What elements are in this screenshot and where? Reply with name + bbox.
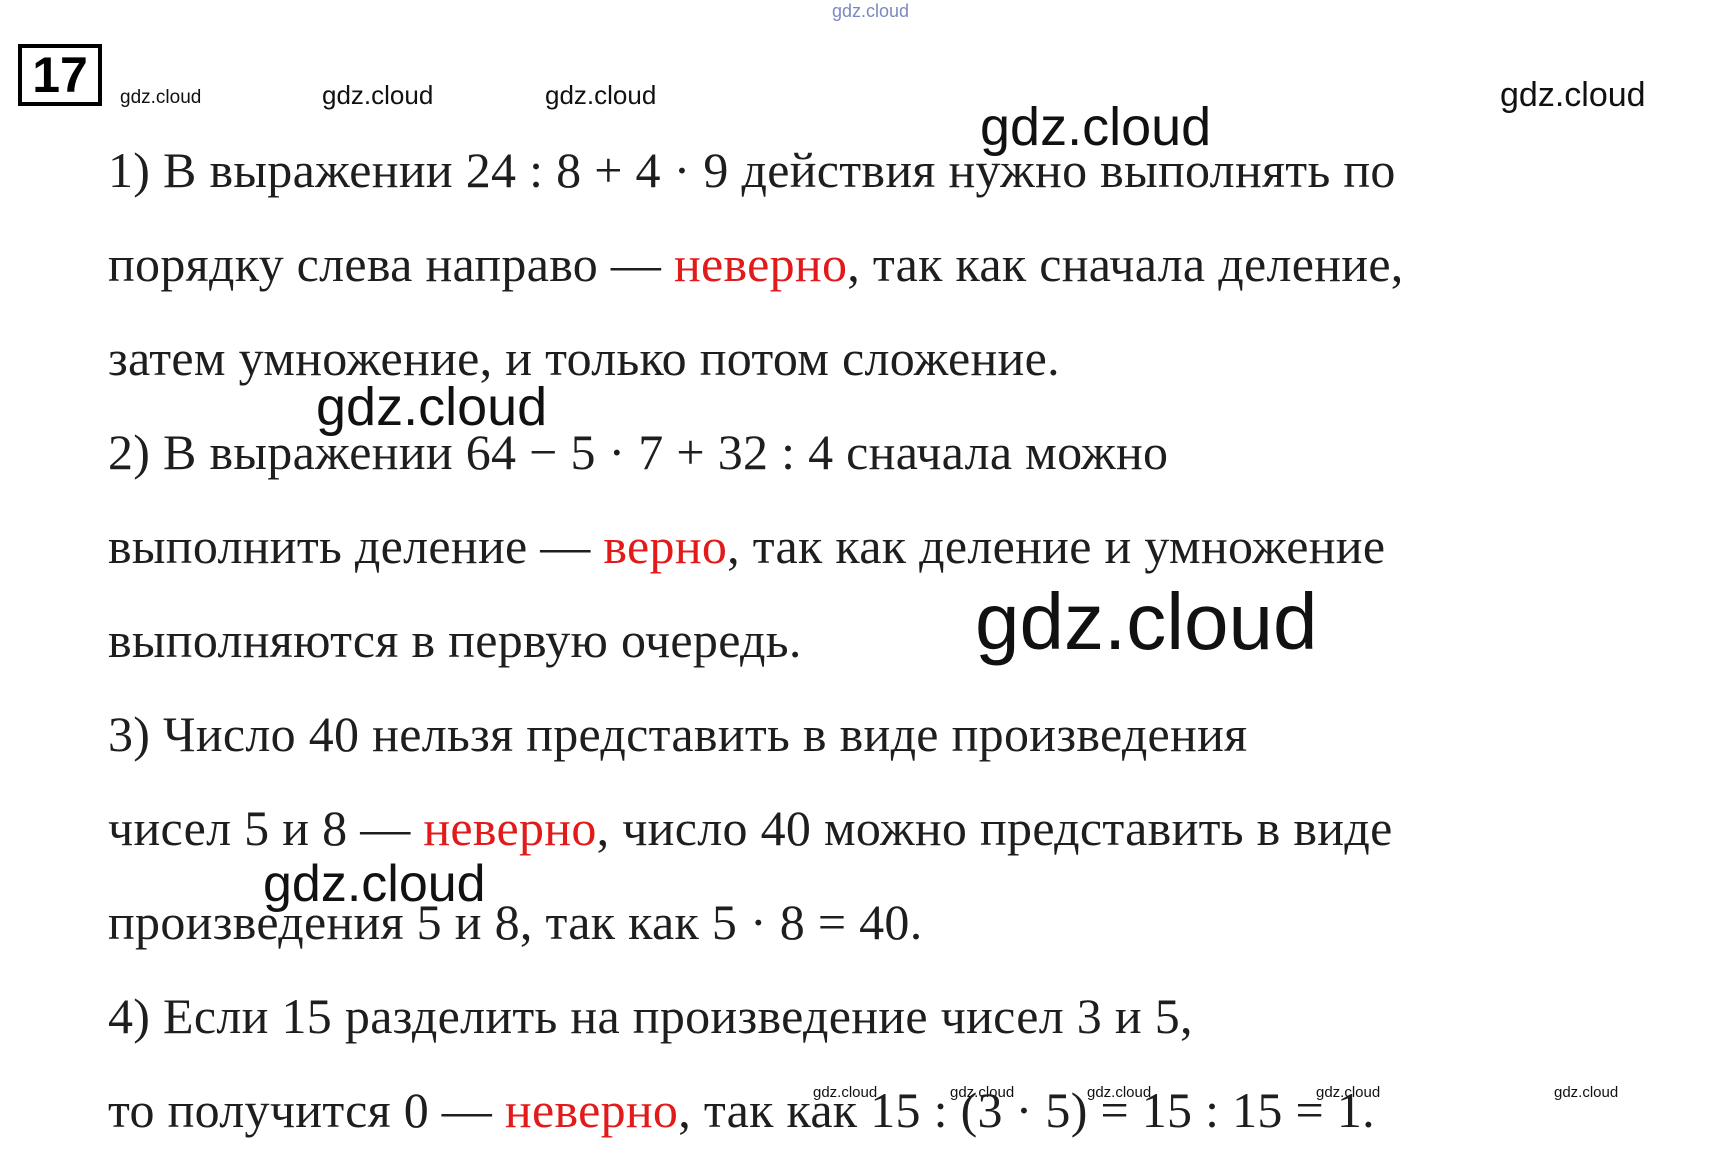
solution-line: выполнить деление — верно, так как делен…	[108, 516, 1385, 576]
solution-line: то получится 0 — неверно, так как 15 : (…	[108, 1080, 1375, 1140]
watermark: gdz.cloud	[1500, 76, 1646, 114]
watermark: gdz.cloud	[545, 80, 657, 110]
line-text: чисел 5 и 8 —	[108, 800, 424, 856]
verdict-text: неверно	[423, 800, 597, 856]
solution-line: произведения 5 и 8, так как 5 · 8 = 40.	[108, 892, 923, 952]
watermark: gdz.cloud	[975, 577, 1318, 666]
line-text: , так как 15 : (3 · 5) = 15 : 15 = 1.	[678, 1082, 1375, 1138]
problem-number-box: 17	[18, 44, 102, 106]
line-text: 1) В выражении 24 : 8 + 4 · 9 действия н…	[108, 142, 1396, 198]
line-text: произведения 5 и 8, так как 5 · 8 = 40.	[108, 894, 923, 950]
line-text: 3) Число 40 нельзя представить в виде пр…	[108, 706, 1248, 762]
verdict-text: верно	[603, 518, 728, 574]
solution-line: 2) В выражении 64 − 5 · 7 + 32 : 4 снача…	[108, 422, 1168, 482]
line-text: 2) В выражении 64 − 5 · 7 + 32 : 4 снача…	[108, 424, 1169, 480]
line-text: , число 40 можно представить в виде	[596, 800, 1393, 856]
line-text: то получится 0 —	[108, 1082, 505, 1138]
line-text: порядку слева направо —	[108, 236, 674, 292]
verdict-text: неверно	[673, 236, 848, 292]
line-text: выполняются в первую очередь.	[108, 612, 802, 668]
verdict-text: неверно	[504, 1082, 679, 1138]
line-text: 4) Если 15 разделить на произведение чис…	[108, 988, 1193, 1044]
solution-line: 4) Если 15 разделить на произведение чис…	[108, 986, 1193, 1046]
watermark: gdz.cloud	[1554, 1084, 1619, 1101]
solution-line: 1) В выражении 24 : 8 + 4 · 9 действия н…	[108, 140, 1396, 200]
watermark: gdz.cloud	[120, 87, 202, 108]
watermark: gdz.cloud	[322, 80, 434, 110]
solution-line: порядку слева направо — неверно, так как…	[108, 234, 1404, 294]
solution-line: чисел 5 и 8 — неверно, число 40 можно пр…	[108, 798, 1393, 858]
solution-line: затем умножение, и только потом сложение…	[108, 328, 1060, 388]
line-text: , так как сначала деление,	[847, 236, 1404, 292]
line-text: выполнить деление —	[108, 518, 604, 574]
line-text: , так как деление и умножение	[727, 518, 1386, 574]
line-text: затем умножение, и только потом сложение…	[108, 330, 1060, 386]
solution-line: 3) Число 40 нельзя представить в виде пр…	[108, 704, 1247, 764]
solution-line: выполняются в первую очередь.	[108, 610, 802, 670]
watermark: gdz.cloud	[832, 1, 910, 21]
